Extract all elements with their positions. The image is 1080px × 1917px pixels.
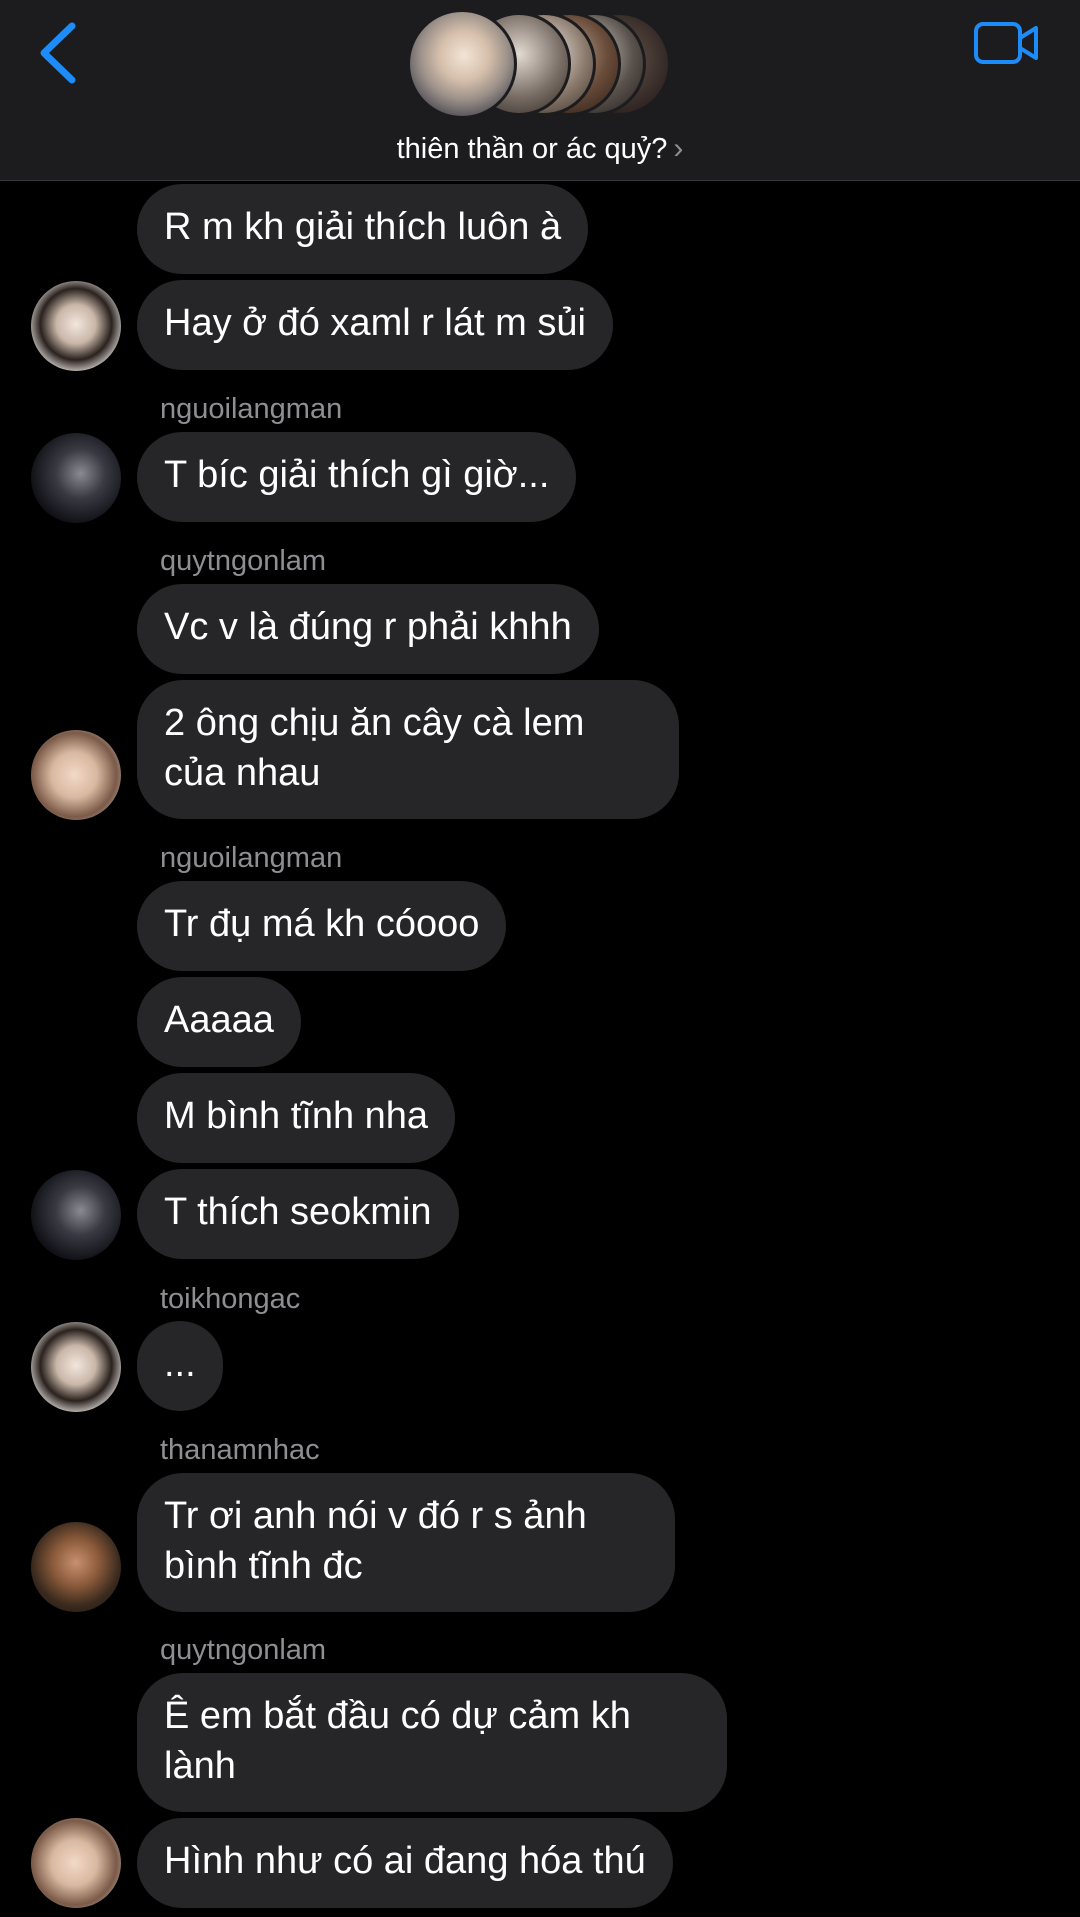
sender-name: toikhongac (160, 1283, 301, 1315)
message-bubble[interactable]: ... (137, 1321, 223, 1411)
avatar[interactable] (31, 433, 121, 523)
message-bubble[interactable]: Hình như có ai đang hóa thú (137, 1818, 673, 1908)
message-bubble[interactable]: Ê em bắt đầu có dự cảm kh lành (137, 1673, 727, 1812)
sender-name: thanamnhac (160, 1434, 320, 1466)
avatar[interactable] (31, 281, 121, 371)
group-title-label: thiên thần or ác quỷ? (396, 133, 668, 165)
video-call-button[interactable] (972, 18, 1042, 68)
avatar[interactable] (31, 1818, 121, 1908)
message-bubble[interactable]: M bình tĩnh nha (137, 1073, 456, 1163)
chat-header: thiên thần or ác quỷ? › (0, 0, 1080, 181)
message-bubble[interactable]: T bíc giải thích gì giờ... (137, 432, 577, 522)
avatar[interactable] (31, 1322, 121, 1412)
avatar[interactable] (31, 1522, 121, 1612)
sender-name: quytngonlam (160, 545, 327, 577)
back-button[interactable] (36, 18, 86, 88)
avatar[interactable] (31, 1170, 121, 1260)
message-list[interactable]: R m kh giải thích luôn à Hay ở đó xaml r… (0, 181, 1080, 1917)
message-bubble[interactable]: Tr đụ má kh cóooo (137, 881, 507, 971)
chevron-right-icon: › (673, 132, 684, 165)
message-bubble[interactable]: Vc v là đúng r phải khhh (137, 584, 599, 674)
group-title[interactable]: thiên thần or ác quỷ? › (0, 132, 1080, 166)
sender-name: quytngonlam (160, 1634, 327, 1666)
avatar (407, 9, 517, 119)
group-avatar-stack[interactable] (407, 9, 677, 119)
sender-name: nguoilangman (160, 842, 343, 874)
message-bubble[interactable]: T thích seokmin (137, 1169, 459, 1259)
message-bubble[interactable]: Tr ơi anh nói v đó r s ảnh bình tĩnh đc (137, 1473, 675, 1612)
sender-name: nguoilangman (160, 393, 343, 425)
video-camera-icon (974, 22, 1038, 64)
chevron-left-icon (40, 22, 76, 84)
message-bubble[interactable]: R m kh giải thích luôn à (137, 184, 589, 274)
message-bubble[interactable]: Aaaaa (137, 977, 301, 1067)
message-bubble[interactable]: 2 ông chịu ăn cây cà lem của nhau (137, 680, 679, 819)
avatar[interactable] (31, 730, 121, 820)
message-bubble[interactable]: Hay ở đó xaml r lát m sủi (137, 280, 613, 370)
